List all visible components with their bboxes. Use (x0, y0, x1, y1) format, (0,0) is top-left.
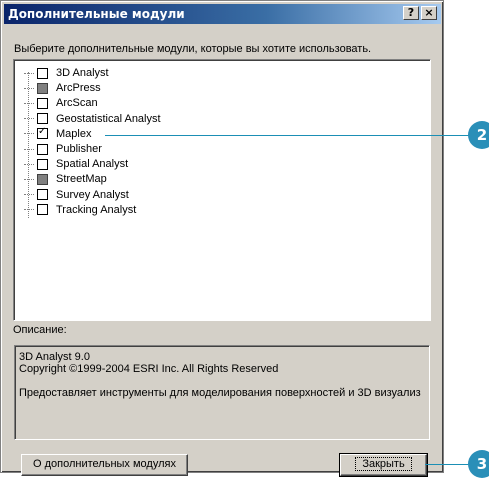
description-text: Предоставляет инструменты для моделирова… (19, 387, 421, 399)
description-box: 3D Analyst 9.0 Copyright ©1999-2004 ESRI… (14, 345, 430, 440)
extension-checkbox[interactable] (37, 126, 48, 140)
tree-branch (24, 102, 34, 104)
extension-checkbox[interactable] (37, 82, 48, 94)
extension-checkbox[interactable] (37, 189, 48, 201)
description-copyright: Copyright ©1999-2004 ESRI Inc. All Right… (19, 363, 279, 375)
extension-label: 3D Analyst (56, 67, 109, 79)
extension-item[interactable]: Tracking Analyst (24, 203, 136, 217)
window-title: Дополнительные модули (8, 7, 185, 21)
extension-label: ArcScan (56, 97, 98, 110)
title-bar[interactable]: Дополнительные модули ? × (4, 4, 441, 24)
extension-checkbox[interactable] (37, 113, 48, 125)
help-button[interactable]: ? (403, 6, 419, 20)
extension-label: Tracking Analyst (56, 203, 137, 216)
extension-label: Publisher (56, 143, 102, 155)
description-label: Описание: (13, 324, 67, 336)
extension-checkbox[interactable] (37, 67, 48, 79)
extension-label: StreetMap (56, 173, 107, 186)
extension-checkbox[interactable] (37, 97, 48, 109)
instruction-text: Выберите дополнительные модули, которые … (14, 43, 372, 55)
callout-line-2 (105, 135, 470, 136)
extension-item[interactable]: Geostatistical Analyst (24, 112, 161, 126)
description-version: 3D Analyst 9.0 (19, 351, 90, 363)
extension-item[interactable]: Survey Analyst (24, 188, 129, 202)
extensions-list[interactable]: 3D Analyst ArcPress ArcScan Geostatistical … (13, 59, 431, 321)
extension-checkbox[interactable] (37, 204, 48, 216)
tree-branch (24, 72, 34, 74)
tree-branch (24, 133, 34, 135)
extension-checkbox[interactable] (37, 158, 48, 170)
about-extensions-button[interactable]: О дополнительных модулях (21, 454, 188, 476)
tree-branch (24, 163, 34, 165)
extension-label: ArcPress (56, 82, 101, 95)
extension-item[interactable]: StreetMap (24, 172, 107, 186)
extension-label: Spatial Analyst (56, 158, 129, 171)
extension-item[interactable]: Maplex (24, 126, 92, 141)
tree-branch (24, 87, 34, 89)
extension-checkbox[interactable] (37, 173, 48, 185)
extension-item[interactable]: 3D Analyst (24, 66, 109, 80)
extension-item[interactable]: ArcPress (24, 81, 101, 95)
tree-branch (24, 178, 34, 180)
tree-branch (24, 118, 34, 120)
callout-marker-3: 3 (468, 450, 489, 478)
close-button-label: Закрыть (355, 457, 412, 471)
extension-item[interactable]: ArcScan (24, 96, 98, 110)
callout-marker-2: 2 (468, 121, 489, 149)
tree-branch (24, 194, 34, 196)
extension-label: Survey Analyst (56, 188, 129, 201)
extension-item[interactable]: Publisher (24, 142, 102, 156)
extension-item[interactable]: Spatial Analyst (24, 157, 128, 171)
extension-label: Maplex (56, 127, 92, 140)
close-window-button[interactable]: × (421, 6, 437, 20)
tree-branch (24, 148, 34, 150)
callout-line-3 (425, 464, 470, 465)
extension-label: Geostatistical Analyst (56, 112, 161, 125)
close-button[interactable]: Закрыть (339, 453, 428, 477)
extension-checkbox[interactable] (37, 143, 48, 155)
extensions-dialog: Дополнительные модули ? × Выберите допол… (0, 0, 444, 477)
tree-branch (24, 209, 34, 211)
